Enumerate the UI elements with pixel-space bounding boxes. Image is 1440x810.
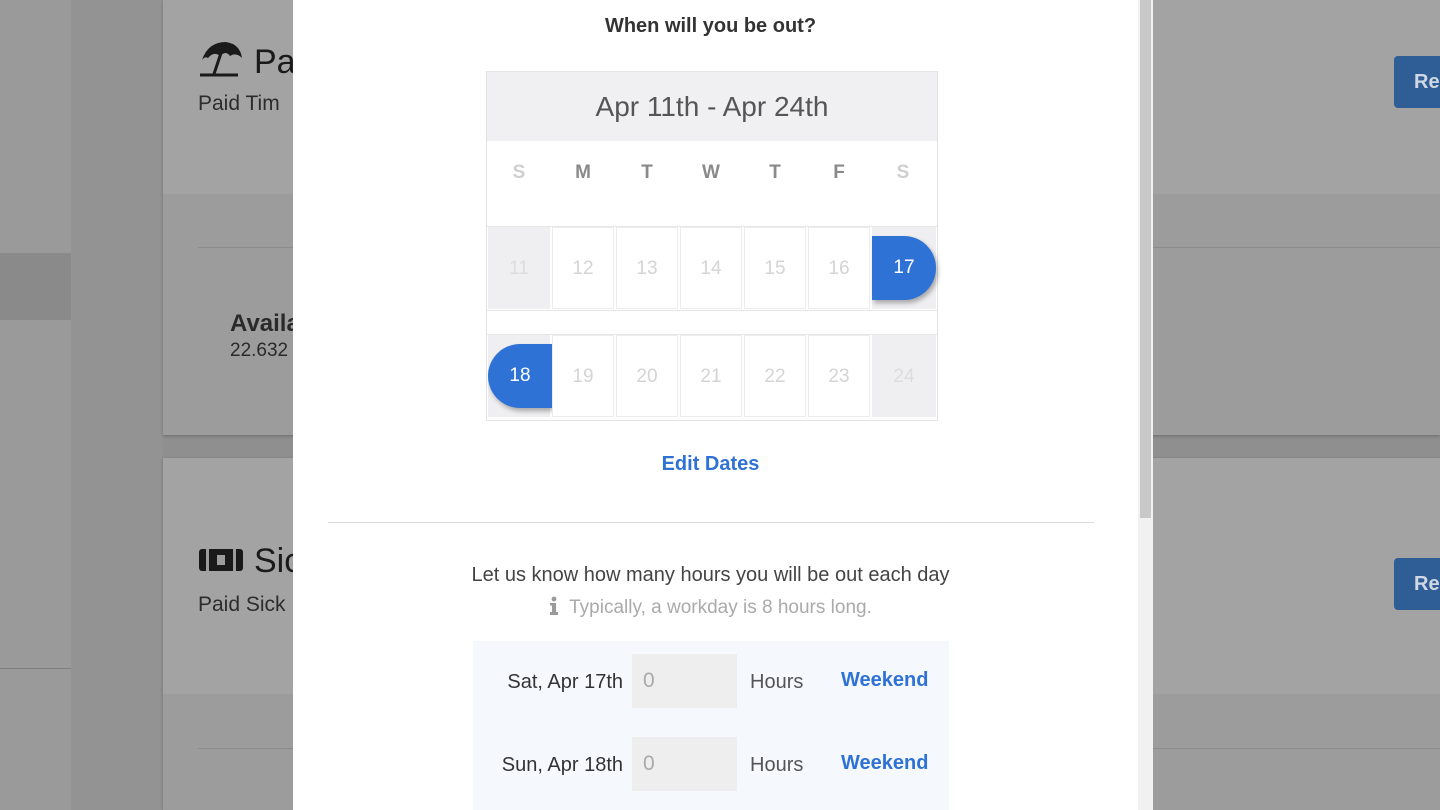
hours-row: Sat, Apr 17th 0 Hours Weekend bbox=[473, 641, 949, 725]
section-divider bbox=[328, 522, 1094, 523]
calendar-day[interactable]: 15 bbox=[744, 227, 806, 309]
calendar-day[interactable]: 13 bbox=[616, 227, 678, 309]
calendar-day[interactable]: 11 bbox=[488, 227, 550, 309]
hours-input[interactable]: 0 bbox=[632, 654, 737, 708]
calendar-day[interactable]: 21 bbox=[680, 335, 742, 417]
weekday-sat: S bbox=[896, 162, 910, 183]
info-icon bbox=[549, 596, 559, 619]
pto-card-title: Pa bbox=[254, 43, 296, 81]
weekend-tag[interactable]: Weekend bbox=[841, 752, 928, 775]
calendar-day[interactable]: 24 bbox=[872, 335, 936, 417]
request-sick-button[interactable]: Re bbox=[1394, 558, 1440, 610]
hours-row-date: Sat, Apr 17th bbox=[507, 671, 623, 693]
weekday-thu: T bbox=[769, 162, 781, 183]
modal-scrollbar-thumb[interactable] bbox=[1140, 0, 1151, 518]
time-off-modal: When will you be out? Apr 11th - Apr 24t… bbox=[293, 0, 1153, 810]
side-nav bbox=[0, 0, 71, 810]
hours-unit-label: Hours bbox=[750, 671, 804, 693]
weekday-fri: F bbox=[833, 162, 845, 183]
medkit-icon bbox=[198, 542, 244, 581]
weekday-wed: W bbox=[702, 162, 720, 183]
pto-card-subtitle: Paid Tim bbox=[198, 92, 280, 115]
hours-table: Sat, Apr 17th 0 Hours Weekend Sun, Apr 1… bbox=[473, 641, 949, 810]
side-nav-divider bbox=[0, 668, 71, 669]
hours-prompt: Let us know how many hours you will be o… bbox=[471, 564, 950, 586]
hours-unit-label: Hours bbox=[750, 754, 804, 776]
available-value: 22.632 bbox=[230, 340, 289, 361]
sick-card-subtitle: Paid Sick bbox=[198, 593, 286, 616]
calendar-day[interactable]: 12 bbox=[552, 227, 614, 309]
weekday-mon: M bbox=[575, 162, 591, 183]
weekday-tue: T bbox=[641, 162, 653, 183]
workday-hint-text: Typically, a workday is 8 hours long. bbox=[569, 597, 872, 618]
hours-row-date: Sun, Apr 18th bbox=[501, 754, 623, 776]
selected-day-start[interactable]: 18 bbox=[488, 344, 552, 408]
date-range-calendar: Apr 11th - Apr 24th S M T W T F S 11 12 … bbox=[486, 71, 938, 421]
weekday-header: S M T W T F S bbox=[487, 162, 937, 184]
weekend-tag[interactable]: Weekend bbox=[841, 669, 928, 692]
selected-day-end[interactable]: 17 bbox=[872, 236, 936, 300]
calendar-day[interactable]: 20 bbox=[616, 335, 678, 417]
request-pto-button[interactable]: Re bbox=[1394, 56, 1440, 108]
beach-umbrella-icon bbox=[198, 38, 244, 87]
content-gutter bbox=[71, 0, 163, 810]
hours-row: Sun, Apr 18th 0 Hours Weekend bbox=[473, 724, 949, 808]
modal-scrollbar[interactable] bbox=[1138, 0, 1153, 810]
calendar-day[interactable]: 23 bbox=[808, 335, 870, 417]
modal-question: When will you be out? bbox=[604, 15, 817, 37]
calendar-day[interactable]: 14 bbox=[680, 227, 742, 309]
side-nav-active-item bbox=[0, 253, 71, 320]
calendar-range-label: Apr 11th - Apr 24th bbox=[487, 72, 937, 141]
calendar-day[interactable]: 16 bbox=[808, 227, 870, 309]
edit-dates-link[interactable]: Edit Dates bbox=[293, 453, 1128, 476]
workday-hint: Typically, a workday is 8 hours long. bbox=[293, 596, 1128, 619]
available-label: Availa bbox=[230, 310, 300, 337]
weekday-sun: S bbox=[512, 162, 526, 183]
hours-input[interactable]: 0 bbox=[632, 737, 737, 791]
calendar-day[interactable]: 19 bbox=[552, 335, 614, 417]
calendar-divider bbox=[487, 310, 937, 311]
calendar-day[interactable]: 22 bbox=[744, 335, 806, 417]
